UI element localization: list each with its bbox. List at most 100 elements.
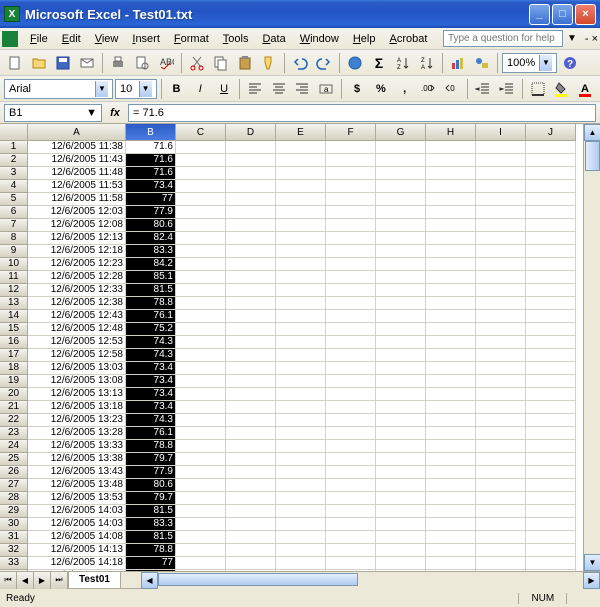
cell[interactable]: [226, 362, 276, 375]
cell[interactable]: [276, 375, 326, 388]
cell[interactable]: [276, 232, 326, 245]
cell[interactable]: [276, 180, 326, 193]
row-header[interactable]: 10: [0, 258, 28, 271]
cell[interactable]: [476, 362, 526, 375]
cell[interactable]: [476, 219, 526, 232]
cell[interactable]: [476, 531, 526, 544]
cell[interactable]: [426, 284, 476, 297]
cell[interactable]: [376, 479, 426, 492]
cell[interactable]: [326, 388, 376, 401]
row-header[interactable]: 4: [0, 180, 28, 193]
cell[interactable]: [376, 388, 426, 401]
cell[interactable]: [376, 414, 426, 427]
cell[interactable]: [226, 154, 276, 167]
cell[interactable]: [426, 336, 476, 349]
cell[interactable]: [226, 427, 276, 440]
row-header[interactable]: 27: [0, 479, 28, 492]
cell[interactable]: [226, 466, 276, 479]
cell[interactable]: 79.7: [126, 453, 176, 466]
fx-icon[interactable]: fx: [102, 107, 128, 119]
cell[interactable]: 74.3: [126, 336, 176, 349]
cell[interactable]: [526, 336, 576, 349]
cell[interactable]: [476, 336, 526, 349]
cell[interactable]: [226, 141, 276, 154]
cell[interactable]: [276, 531, 326, 544]
align-right-icon[interactable]: [292, 78, 314, 100]
row-header[interactable]: 5: [0, 193, 28, 206]
paste-icon[interactable]: [234, 52, 256, 74]
cell[interactable]: [376, 336, 426, 349]
scroll-up-button[interactable]: ▲: [584, 124, 600, 141]
row-header[interactable]: 19: [0, 375, 28, 388]
select-all-corner[interactable]: [0, 124, 28, 141]
cell[interactable]: [226, 206, 276, 219]
cell[interactable]: [176, 505, 226, 518]
cell[interactable]: [426, 167, 476, 180]
cell[interactable]: 12/6/2005 14:08: [28, 531, 126, 544]
cell[interactable]: [326, 193, 376, 206]
horizontal-scrollbar[interactable]: ◀ ▶: [141, 572, 600, 589]
cell[interactable]: [376, 297, 426, 310]
cell[interactable]: 12/6/2005 13:43: [28, 466, 126, 479]
undo-icon[interactable]: [289, 52, 311, 74]
cell[interactable]: [276, 505, 326, 518]
menu-acrobat[interactable]: Acrobat: [382, 31, 434, 47]
cell[interactable]: [526, 297, 576, 310]
tab-nav-first[interactable]: ⏮: [0, 572, 17, 589]
cell[interactable]: 12/6/2005 14:18: [28, 557, 126, 570]
cell[interactable]: [526, 206, 576, 219]
cell[interactable]: 73.4: [126, 375, 176, 388]
cell[interactable]: [176, 388, 226, 401]
cell[interactable]: [476, 271, 526, 284]
cell[interactable]: [176, 557, 226, 570]
cell[interactable]: [226, 492, 276, 505]
cell[interactable]: 12/6/2005 12:28: [28, 271, 126, 284]
cell[interactable]: [426, 154, 476, 167]
cell[interactable]: [376, 193, 426, 206]
cell[interactable]: [376, 206, 426, 219]
cell[interactable]: [176, 323, 226, 336]
cell[interactable]: [226, 375, 276, 388]
row-header[interactable]: 33: [0, 557, 28, 570]
cell[interactable]: [226, 271, 276, 284]
new-icon[interactable]: [4, 52, 26, 74]
col-header-D[interactable]: D: [226, 124, 276, 141]
cell[interactable]: [526, 310, 576, 323]
cell[interactable]: [326, 505, 376, 518]
col-header-I[interactable]: I: [476, 124, 526, 141]
cell[interactable]: [176, 193, 226, 206]
cell[interactable]: 76.1: [126, 427, 176, 440]
cell[interactable]: 12/6/2005 13:03: [28, 362, 126, 375]
cell[interactable]: 73.4: [126, 401, 176, 414]
cell[interactable]: [426, 362, 476, 375]
cell[interactable]: [226, 349, 276, 362]
cell[interactable]: 77: [126, 557, 176, 570]
cell[interactable]: [526, 505, 576, 518]
col-header-F[interactable]: F: [326, 124, 376, 141]
cell[interactable]: [226, 401, 276, 414]
cell[interactable]: 78.8: [126, 440, 176, 453]
font-size-combo[interactable]: 10▼: [115, 79, 157, 99]
cell[interactable]: [526, 544, 576, 557]
cell[interactable]: [276, 427, 326, 440]
cell[interactable]: 12/6/2005 13:28: [28, 427, 126, 440]
cell[interactable]: [376, 492, 426, 505]
cell[interactable]: 82.4: [126, 232, 176, 245]
cell[interactable]: [276, 401, 326, 414]
cell[interactable]: 12/6/2005 13:53: [28, 492, 126, 505]
cell[interactable]: [426, 349, 476, 362]
cell[interactable]: [426, 219, 476, 232]
cell[interactable]: [526, 284, 576, 297]
cell[interactable]: [376, 466, 426, 479]
cell[interactable]: [176, 349, 226, 362]
cell[interactable]: [276, 544, 326, 557]
cell[interactable]: [476, 245, 526, 258]
cell[interactable]: [276, 414, 326, 427]
cell[interactable]: [376, 258, 426, 271]
zoom-combo[interactable]: 100%▼: [502, 53, 557, 73]
cell[interactable]: 12/6/2005 13:33: [28, 440, 126, 453]
cell[interactable]: 83.3: [126, 245, 176, 258]
cell[interactable]: [326, 297, 376, 310]
fill-color-icon[interactable]: [551, 78, 573, 100]
cell[interactable]: [426, 245, 476, 258]
